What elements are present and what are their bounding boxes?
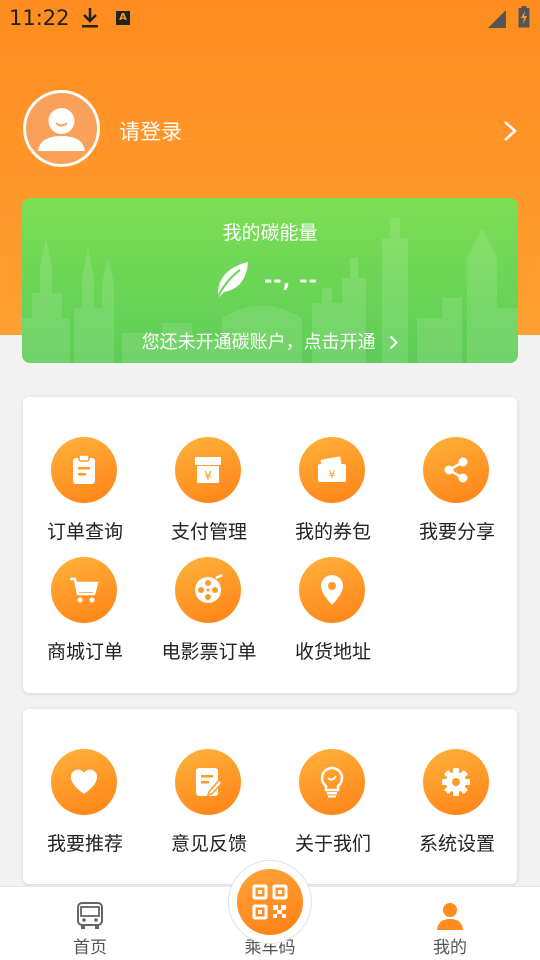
film-reel-icon — [175, 557, 241, 623]
notification-a-icon: A — [116, 11, 130, 25]
tab-mine-label: 我的 — [433, 938, 467, 958]
leaf-icon — [215, 262, 248, 301]
bus-icon — [77, 902, 103, 929]
chevron-right-icon — [390, 335, 399, 350]
user-icon — [437, 903, 463, 930]
misc-services-panel: 我要推荐 意见反馈 关于我们 系统设置 — [23, 709, 517, 884]
ride-code-button[interactable] — [228, 860, 312, 944]
tab-home-label: 首页 — [73, 938, 107, 958]
grid-item-shipping-address[interactable]: 收货地址 — [271, 557, 395, 669]
tab-home[interactable]: 首页 — [30, 887, 150, 960]
login-label[interactable]: 请登录 — [119, 116, 182, 146]
download-icon — [82, 8, 98, 28]
carbon-title: 我的碳能量 — [222, 222, 318, 244]
shopping-cart-icon — [51, 557, 117, 623]
status-bar: 11:22 A — [0, 0, 540, 36]
grid-item-share[interactable]: 我要分享 — [395, 437, 519, 549]
orders-services-panel: 订单查询 ¥ 支付管理 ¥ 我的券包 我要分享 商城订单 电影票订单 收货地址 — [23, 397, 517, 693]
grid-item-about-us[interactable]: 关于我们 — [271, 749, 395, 861]
grid-item-coupon-wallet[interactable]: ¥ 我的券包 — [271, 437, 395, 549]
svg-text:¥: ¥ — [329, 468, 336, 481]
tab-mine[interactable]: 我的 — [390, 887, 510, 960]
share-icon — [423, 437, 489, 503]
grid-item-label: 收货地址 — [294, 641, 371, 663]
avatar[interactable] — [23, 90, 100, 167]
ride-code-circle — [237, 869, 303, 935]
qr-code-icon — [252, 884, 288, 920]
grid-item-payment-management[interactable]: ¥ 支付管理 — [147, 437, 271, 549]
grid-item-feedback[interactable]: 意见反馈 — [147, 749, 271, 861]
signal-icon — [488, 10, 506, 28]
open-carbon-account-link[interactable]: 您还未开通碳账户，点击开通 — [22, 328, 518, 354]
lightbulb-icon — [299, 749, 365, 815]
payment-box-icon: ¥ — [175, 437, 241, 503]
grid-item-label: 支付管理 — [170, 521, 247, 543]
carbon-value: --, -- — [264, 268, 318, 292]
grid-item-label: 订单查询 — [46, 521, 123, 543]
battery-charging-icon — [518, 6, 530, 28]
grid-item-label: 我的券包 — [294, 521, 371, 543]
login-row[interactable]: 请登录 — [23, 90, 517, 170]
location-pin-icon — [299, 557, 365, 623]
grid-item-movie-ticket-orders[interactable]: 电影票订单 — [147, 557, 271, 669]
open-carbon-account-label: 您还未开通碳账户，点击开通 — [141, 332, 376, 353]
gear-icon — [423, 749, 489, 815]
grid-item-label: 意见反馈 — [170, 833, 247, 855]
status-time: 11:22 — [9, 6, 70, 30]
grid-item-label: 关于我们 — [294, 833, 371, 855]
grid-item-recommend[interactable]: 我要推荐 — [23, 749, 147, 861]
svg-text:¥: ¥ — [204, 469, 212, 483]
heart-icon — [51, 749, 117, 815]
carbon-energy-card[interactable]: 我的碳能量 --, -- 您还未开通碳账户，点击开通 — [22, 198, 518, 363]
grid-item-order-query[interactable]: 订单查询 — [23, 437, 147, 549]
grid-item-mall-orders[interactable]: 商城订单 — [23, 557, 147, 669]
clipboard-icon — [51, 437, 117, 503]
coupon-icon: ¥ — [299, 437, 365, 503]
grid-item-label: 我要推荐 — [46, 833, 123, 855]
user-avatar-icon — [38, 108, 85, 151]
grid-item-label: 电影票订单 — [161, 641, 257, 663]
grid-item-label: 我要分享 — [418, 521, 495, 543]
grid-item-system-settings[interactable]: 系统设置 — [395, 749, 519, 861]
chevron-right-icon — [504, 121, 517, 141]
grid-item-label: 系统设置 — [418, 833, 495, 855]
feedback-icon — [175, 749, 241, 815]
grid-item-label: 商城订单 — [46, 641, 123, 663]
